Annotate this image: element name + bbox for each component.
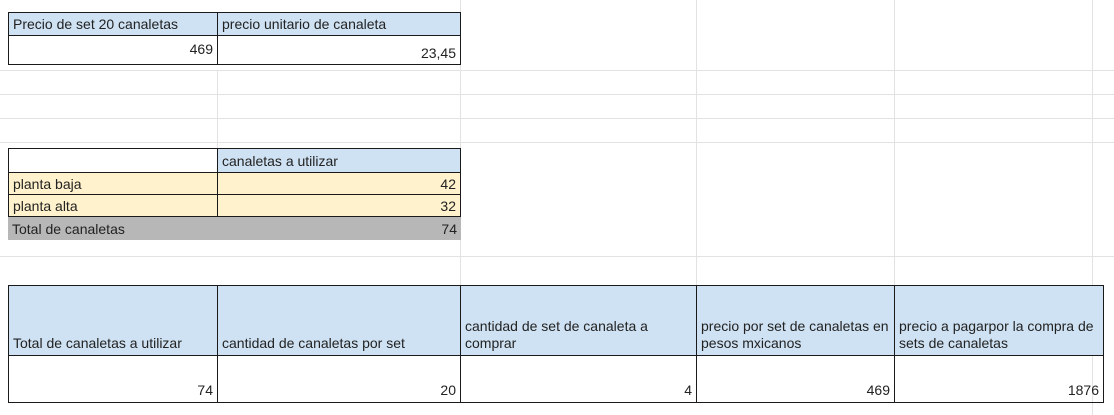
cell-header-set-price[interactable]: Precio de set 20 canaletas <box>8 12 218 36</box>
cell-summary-header-price-to-pay[interactable]: precio a pagarpor la compra de sets de c… <box>894 285 1104 356</box>
cell-summary-value-price-to-pay[interactable]: 1876 <box>894 355 1104 403</box>
cell-summary-value-price-per-set[interactable]: 469 <box>696 355 895 403</box>
cell-summary-value-per-set-text: 20 <box>440 382 456 398</box>
cell-total-value[interactable]: 74 <box>217 217 461 240</box>
cell-summary-header-total-text: Total de canaletas a utilizar <box>13 335 182 351</box>
cell-row-label-planta-baja[interactable]: planta baja <box>8 172 218 195</box>
gridline <box>894 0 895 285</box>
gridline <box>0 70 1114 71</box>
cell-row-value-planta-baja[interactable]: 42 <box>217 172 461 195</box>
gridline <box>0 118 1114 119</box>
cell-usage-corner[interactable] <box>8 148 218 173</box>
cell-header-unit-price[interactable]: precio unitario de canaleta <box>217 12 461 36</box>
cell-summary-header-per-set-text: cantidad de canaletas por set <box>222 335 405 351</box>
cell-summary-value-sets-to-buy-text: 4 <box>684 382 692 398</box>
cell-header-usage[interactable]: canaletas a utilizar <box>217 148 461 173</box>
cell-summary-value-total[interactable]: 74 <box>8 355 218 403</box>
cell-summary-value-per-set[interactable]: 20 <box>217 355 461 403</box>
cell-set-price[interactable]: 469 <box>8 35 218 65</box>
spreadsheet-grid[interactable]: Precio de set 20 canaletas precio unitar… <box>0 0 1114 415</box>
cell-summary-header-sets-to-buy-text: cantidad de set de canaleta a comprar <box>465 318 648 351</box>
gridline <box>0 94 1114 95</box>
cell-total-label[interactable]: Total de canaletas <box>8 217 218 240</box>
cell-summary-value-sets-to-buy[interactable]: 4 <box>460 355 697 403</box>
gridline <box>217 70 218 148</box>
cell-summary-header-price-to-pay-text: precio a pagarpor la compra de sets de c… <box>899 318 1094 351</box>
cell-summary-header-price-per-set[interactable]: precio por set de canaletas en pesos mxi… <box>696 285 895 356</box>
gridline <box>696 0 697 285</box>
gridline <box>0 142 1114 143</box>
cell-summary-value-total-text: 74 <box>197 382 213 398</box>
cell-row-label-planta-alta[interactable]: planta alta <box>8 194 218 217</box>
cell-row-value-planta-alta[interactable]: 32 <box>217 194 461 217</box>
cell-summary-header-price-per-set-text: precio por set de canaletas en pesos mxi… <box>701 318 889 351</box>
cell-summary-header-total[interactable]: Total de canaletas a utilizar <box>8 285 218 356</box>
cell-unit-price[interactable]: 23,45 <box>217 35 461 65</box>
cell-summary-value-price-to-pay-text: 1876 <box>1067 382 1099 398</box>
cell-summary-header-sets-to-buy[interactable]: cantidad de set de canaleta a comprar <box>460 285 697 356</box>
cell-summary-header-per-set[interactable]: cantidad de canaletas por set <box>217 285 461 356</box>
gridline <box>0 256 1114 257</box>
cell-summary-value-price-per-set-text: 469 <box>866 382 890 398</box>
